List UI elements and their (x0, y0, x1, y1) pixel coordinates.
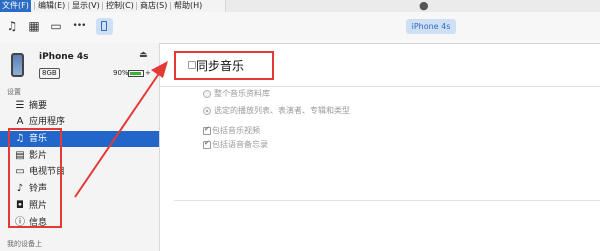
charging-icon: + (145, 69, 151, 77)
menu-separator (68, 2, 69, 10)
more-icon[interactable]: ••• (70, 18, 88, 34)
section-divider (174, 200, 600, 201)
include-voice-memos-label: 包括语音备忘录 (212, 140, 268, 149)
sync-highlight-box (174, 51, 274, 80)
device-tab[interactable]: iPhone 4s (406, 19, 456, 34)
menu-view[interactable]: 显示(V) (70, 0, 102, 12)
on-device-section-label: 我的设备上 (7, 240, 42, 248)
sidebar-item-summary[interactable]: ☰ 摘要 (0, 98, 159, 114)
title-area: ● (225, 0, 600, 12)
entire-library-radio[interactable] (203, 90, 211, 98)
include-voice-memos-checkbox[interactable] (203, 139, 211, 149)
battery-icon (128, 70, 144, 77)
capacity-badge: 8GB (39, 68, 60, 79)
menu-separator (34, 2, 35, 10)
sidebar-highlight-box (8, 128, 62, 228)
tv-icon[interactable]: ▭ (50, 18, 62, 34)
menu-edit[interactable]: 编辑(E) (36, 0, 67, 12)
battery-level (130, 72, 141, 75)
selected-playlists-radio[interactable] (203, 107, 211, 115)
settings-section-label: 设置 (7, 88, 21, 96)
toolbar: ♫ ▦ ▭ ••• iPhone 4s (0, 12, 600, 44)
menu-controls[interactable]: 控制(C) (104, 0, 136, 12)
music-icon[interactable]: ♫ (6, 18, 18, 34)
menu-separator (102, 2, 103, 10)
sidebar-item-label: 摘要 (29, 101, 48, 111)
iphone-icon (101, 21, 107, 31)
apple-logo-icon: ● (419, 0, 429, 12)
battery-percent: 90% (113, 69, 129, 77)
selected-playlists-label: 选定的播放列表、表演者、专辑和类型 (214, 106, 350, 115)
menu-store[interactable]: 商店(S) (138, 0, 169, 12)
film-icon[interactable]: ▦ (28, 18, 40, 34)
menu-separator (170, 2, 171, 10)
summary-icon: ☰ (15, 100, 25, 111)
device-button[interactable] (96, 18, 113, 35)
include-videos-label: 包括音乐视频 (212, 126, 260, 135)
device-icon (11, 53, 24, 77)
menu-file[interactable]: 文件(F) (0, 0, 31, 12)
include-videos-checkbox[interactable] (203, 125, 211, 135)
menu-bar: 文件(F) 编辑(E) 显示(V) 控制(C) 商店(S) 帮助(H) ● (0, 0, 600, 12)
entire-library-label: 整个音乐资料库 (214, 89, 270, 98)
eject-icon[interactable]: ⏏ (139, 50, 148, 60)
menu-separator (136, 2, 137, 10)
device-name: iPhone 4s (39, 52, 89, 62)
menu-help[interactable]: 帮助(H) (172, 0, 204, 12)
